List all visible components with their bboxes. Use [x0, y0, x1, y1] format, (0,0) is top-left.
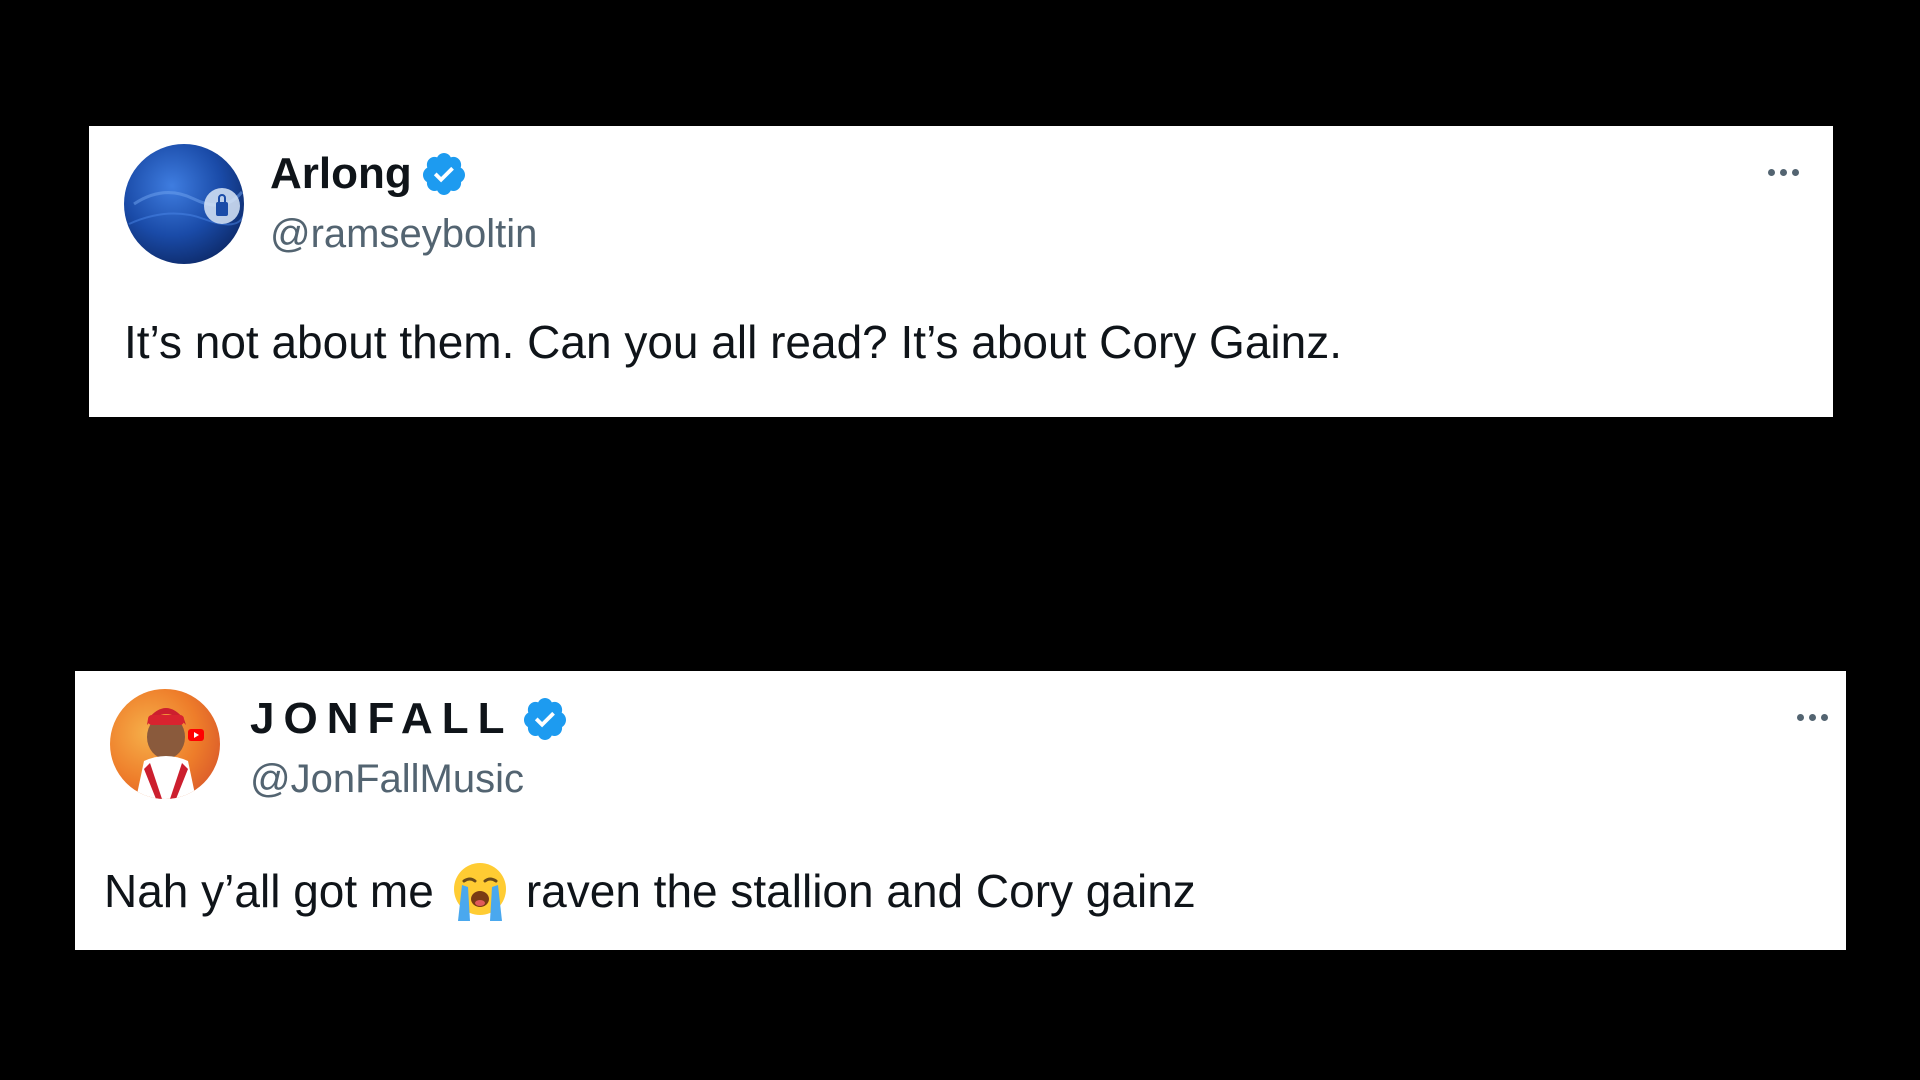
user-handle[interactable]: @JonFallMusic [250, 755, 524, 803]
avatar-image [124, 144, 244, 264]
more-dot-icon [1820, 713, 1828, 721]
display-name[interactable]: Arlong [270, 148, 412, 200]
more-options-button[interactable] [1753, 152, 1813, 192]
more-dot-icon [1796, 713, 1804, 721]
user-handle[interactable]: @ramseyboltin [270, 210, 537, 258]
display-name[interactable]: JONFALL [250, 693, 513, 745]
tweet-card[interactable]: Arlong @ramseyboltin It’s not about them… [89, 126, 1833, 417]
avatar[interactable] [110, 689, 220, 799]
more-dot-icon [1779, 168, 1787, 176]
tweet-text: Nah y’all got me raven the stallion and … [104, 859, 1196, 923]
tweet-text-part: raven the stallion and Cory gainz [525, 865, 1196, 917]
avatar[interactable] [124, 144, 244, 264]
name-row: JONFALL [250, 693, 569, 745]
more-dot-icon [1767, 168, 1775, 176]
verified-badge-icon [524, 698, 567, 740]
more-dot-icon [1791, 168, 1799, 176]
more-options-button[interactable] [1782, 697, 1842, 737]
screenshot-canvas: Arlong @ramseyboltin It’s not about them… [0, 0, 1920, 1080]
verified-badge-icon [422, 153, 465, 195]
tweet-text-part: Nah y’all got me [104, 865, 434, 917]
more-dot-icon [1808, 713, 1816, 721]
name-row: Arlong [270, 148, 468, 200]
avatar-image [110, 689, 220, 799]
loudly-crying-face-icon [448, 859, 512, 923]
tweet-text: It’s not about them. Can you all read? I… [124, 316, 1342, 368]
tweet-card[interactable]: JONFALL @JonFallMusic Nah y’all got me r… [75, 671, 1846, 950]
